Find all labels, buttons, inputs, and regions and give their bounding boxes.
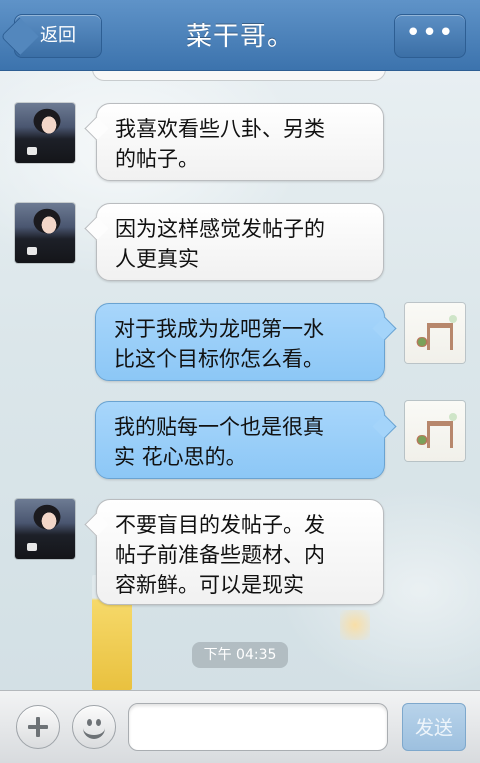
message-line: 我的贴每一个也是很真	[114, 415, 324, 439]
back-button[interactable]: 返回	[0, 14, 102, 58]
back-button-label: 返回	[40, 25, 76, 46]
message-line: 人更真实	[115, 247, 199, 271]
incoming-message-bubble[interactable]: 不要盲目的发帖子。发 帖子前准备些题材、内 容新鲜。可以是现实	[96, 499, 384, 605]
incoming-message-bubble[interactable]: 因为这样感觉发帖子的 人更真实	[96, 203, 384, 281]
contact-avatar[interactable]	[15, 203, 75, 263]
emoji-smile-icon	[83, 722, 105, 739]
leaf-illustration	[449, 413, 457, 421]
outgoing-message-bubble[interactable]: 我的贴每一个也是很真 实 花心思的。	[95, 401, 385, 479]
message-line: 因为这样感觉发帖子的	[115, 217, 325, 241]
message-line: 我喜欢看些八卦、另类	[115, 117, 325, 141]
message-line: 实 花心思的。	[114, 445, 247, 469]
message-line: 比这个目标你怎么看。	[114, 347, 324, 371]
contact-avatar[interactable]	[15, 103, 75, 163]
my-avatar[interactable]	[405, 303, 465, 363]
plant-illustration	[415, 435, 429, 445]
back-arrow-icon	[0, 17, 39, 56]
plant-illustration	[415, 337, 429, 347]
light-glow-decoration	[340, 610, 370, 640]
send-button[interactable]: 发送	[402, 703, 466, 751]
chat-header: 返回 菜干哥。 •••	[0, 0, 480, 71]
message-line: 容新鲜。可以是现实	[115, 573, 304, 597]
input-bar: 发送	[0, 690, 480, 763]
outgoing-message-bubble[interactable]: 对于我成为龙吧第一水 比这个目标你怎么看。	[95, 303, 385, 381]
desk-illustration	[427, 421, 453, 448]
emoji-button[interactable]	[72, 705, 116, 749]
message-line: 对于我成为龙吧第一水	[114, 317, 324, 341]
message-input[interactable]	[128, 703, 388, 751]
more-dots-icon: •••	[405, 18, 455, 48]
message-line: 不要盲目的发帖子。发	[115, 513, 325, 537]
message-line: 的帖子。	[115, 147, 199, 171]
incoming-message-bubble[interactable]: 我喜欢看些八卦、另类 的帖子。	[96, 103, 384, 181]
timestamp-badge: 下午 04:35	[192, 642, 288, 668]
more-options-button[interactable]: •••	[394, 14, 466, 58]
chat-title: 菜干哥。	[185, 22, 294, 52]
leaf-illustration	[449, 315, 457, 323]
desk-illustration	[427, 323, 453, 350]
plus-button[interactable]	[16, 705, 60, 749]
contact-avatar[interactable]	[15, 499, 75, 559]
message-line: 帖子前准备些题材、内	[115, 543, 325, 567]
my-avatar[interactable]	[405, 401, 465, 461]
